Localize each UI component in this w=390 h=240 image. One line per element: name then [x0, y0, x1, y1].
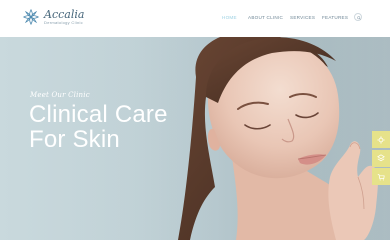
- nav-item-about-clinic[interactable]: ABOUT CLINIC: [248, 15, 283, 20]
- side-cart-button[interactable]: [372, 168, 390, 185]
- layers-icon: [377, 154, 385, 162]
- nav-item-features[interactable]: FEATURES: [322, 15, 348, 20]
- hero-section: Meet Our Clinic Clinical Care For Skin: [0, 37, 390, 240]
- search-icon: [356, 15, 361, 20]
- hero-title: Clinical Care For Skin: [29, 102, 168, 152]
- gear-icon: [377, 135, 385, 144]
- search-button[interactable]: [354, 13, 362, 21]
- side-layers-button[interactable]: [372, 149, 390, 167]
- nav-item-home[interactable]: HOME: [222, 15, 237, 20]
- hero-title-line-2: For Skin: [29, 126, 120, 153]
- site-header: Accalia Dermatology Clinic HOME ABOUT CL…: [0, 0, 390, 37]
- main-nav: HOME ABOUT CLINIC SERVICES FEATURES: [0, 15, 390, 23]
- side-widget-panel: [372, 131, 390, 187]
- hero-title-line-1: Clinical Care: [29, 101, 168, 128]
- nav-item-services[interactable]: SERVICES: [290, 15, 315, 20]
- side-settings-button[interactable]: [372, 131, 390, 148]
- hero-kicker: Meet Our Clinic: [30, 91, 90, 99]
- cart-icon: [377, 173, 385, 180]
